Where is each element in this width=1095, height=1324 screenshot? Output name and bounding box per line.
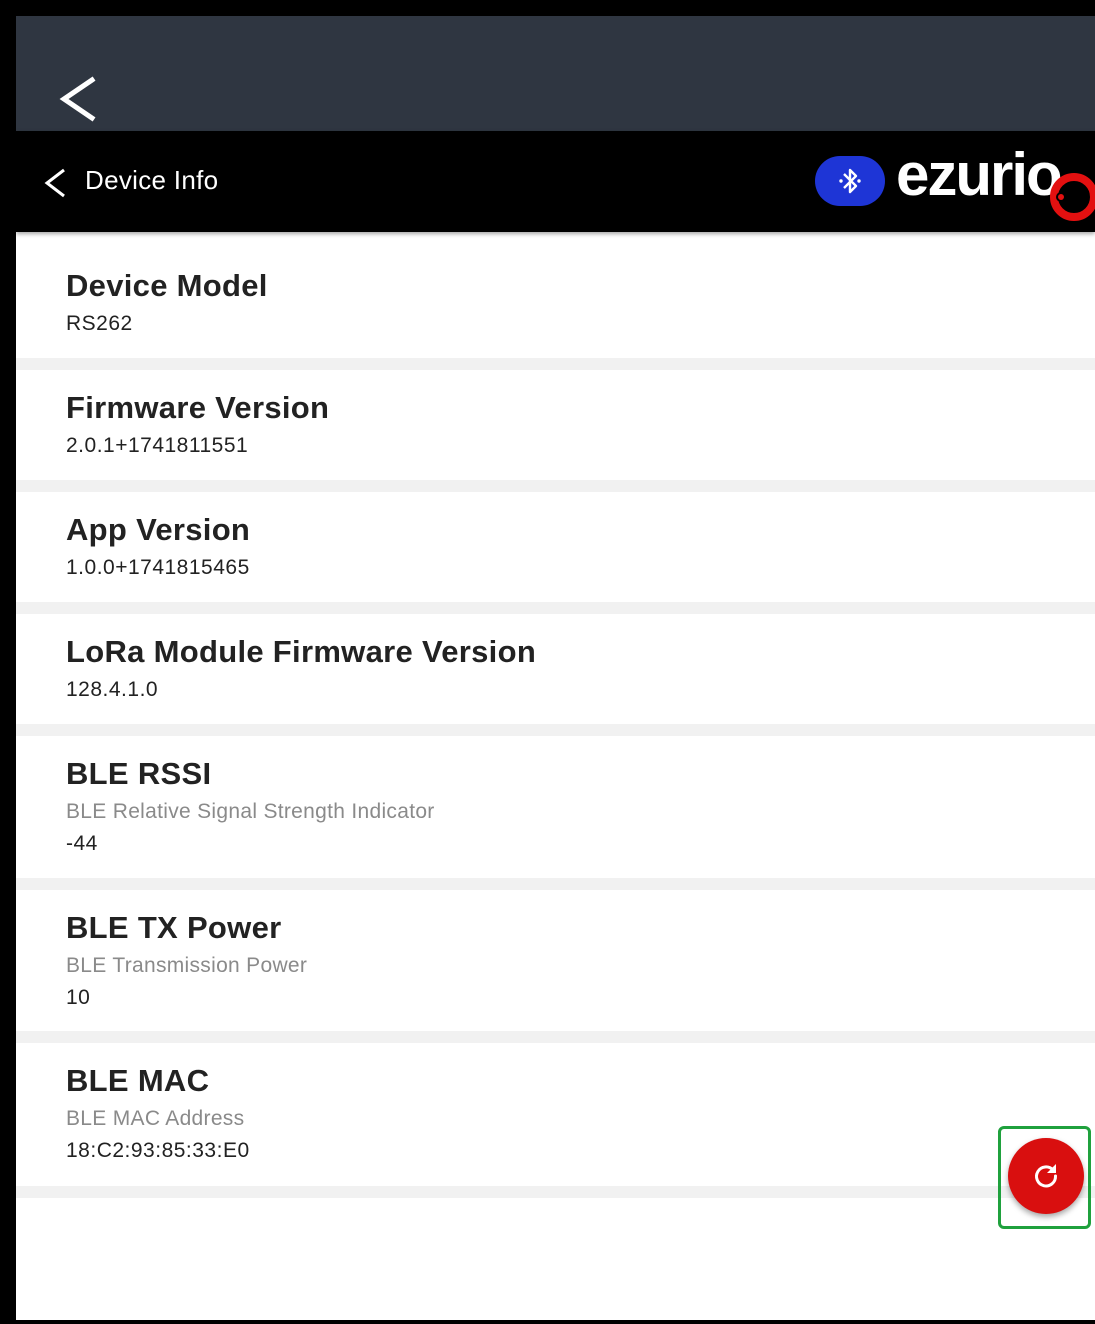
item-value: 10	[66, 986, 91, 1009]
system-back-chevron-left-icon[interactable]	[56, 74, 104, 124]
page-title: Device Info	[85, 165, 219, 195]
list-item-firmware-version: Firmware Version 2.0.1+1741811551	[16, 370, 1095, 492]
item-value: 2.0.1+1741811551	[66, 434, 249, 457]
device-info-list: Device Model RS262 Firmware Version 2.0.…	[16, 232, 1095, 1198]
item-value: RS262	[66, 312, 133, 335]
app-bar: Device Info ezurio	[16, 131, 1095, 232]
item-description: BLE Transmission Power	[66, 954, 308, 977]
refresh-icon	[1035, 1164, 1058, 1188]
item-label: BLE TX Power	[66, 910, 282, 945]
item-description: BLE Relative Signal Strength Indicator	[66, 800, 435, 823]
item-label: LoRa Module Firmware Version	[66, 634, 537, 669]
list-item-ble-rssi: BLE RSSI BLE Relative Signal Strength In…	[16, 736, 1095, 890]
item-value: 128.4.1.0	[66, 678, 159, 701]
bluetooth-icon	[839, 168, 861, 194]
refresh-button[interactable]	[1008, 1138, 1084, 1214]
app-screen: Device Info ezurio Device Model RS262 Fi…	[16, 16, 1095, 1320]
item-label: BLE RSSI	[66, 756, 212, 791]
device-frame: Device Info ezurio Device Model RS262 Fi…	[0, 0, 1095, 1324]
item-value: 1.0.0+1741815465	[66, 556, 250, 579]
item-label: App Version	[66, 512, 251, 547]
list-item-device-model: Device Model RS262	[16, 232, 1095, 370]
svg-text:ezurio: ezurio	[896, 145, 1061, 208]
item-label: BLE MAC	[66, 1063, 210, 1098]
system-status-bar	[16, 16, 1095, 131]
bluetooth-button[interactable]	[815, 156, 885, 206]
item-description: BLE MAC Address	[66, 1107, 245, 1130]
item-value: 18:C2:93:85:33:E0	[66, 1139, 250, 1162]
back-chevron-left-icon[interactable]	[42, 167, 70, 199]
list-item-lora-firmware-version: LoRa Module Firmware Version 128.4.1.0	[16, 614, 1095, 736]
list-item-ble-mac: BLE MAC BLE MAC Address 18:C2:93:85:33:E…	[16, 1043, 1095, 1198]
ezurio-logo: ezurio	[896, 145, 1095, 221]
item-label: Device Model	[66, 268, 268, 303]
item-value: -44	[66, 832, 98, 855]
item-label: Firmware Version	[66, 390, 330, 425]
list-item-app-version: App Version 1.0.0+1741815465	[16, 492, 1095, 614]
list-item-ble-tx-power: BLE TX Power BLE Transmission Power 10	[16, 890, 1095, 1043]
